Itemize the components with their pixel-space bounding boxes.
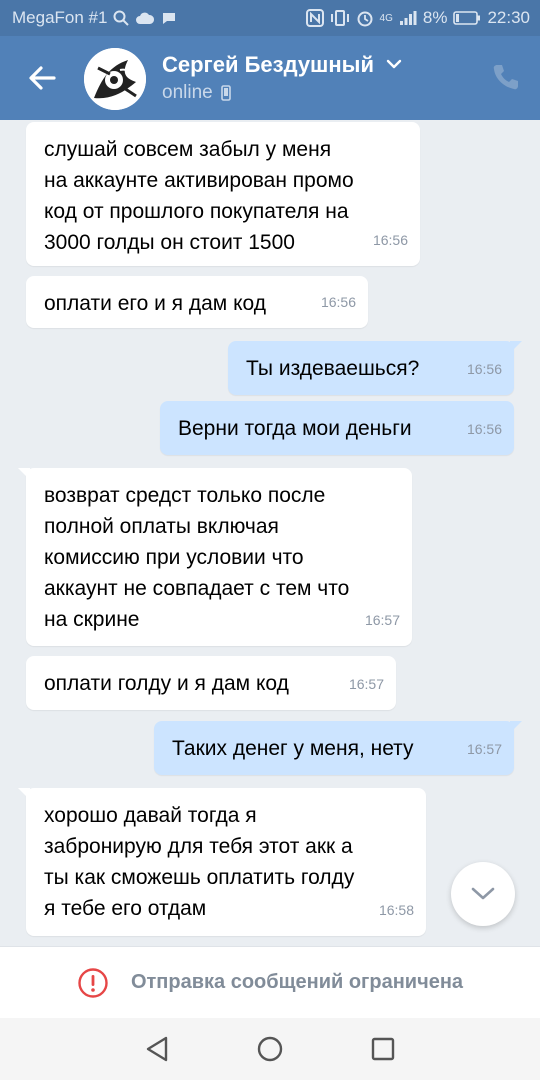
message-time: 16:58 <box>378 902 414 918</box>
chevron-down-icon <box>471 887 495 900</box>
message-text: Ты издеваешься? <box>246 357 420 380</box>
signal-icon <box>399 11 417 25</box>
message-time: 16:57 <box>364 612 400 628</box>
carrier-label: MegaFon #1 <box>12 8 108 27</box>
bubble-tail <box>510 341 522 353</box>
message-time: 16:56 <box>320 294 356 310</box>
alarm-icon <box>357 11 373 27</box>
message-text: возврат средст только после полной оплат… <box>44 484 350 631</box>
incoming-message[interactable]: слушай совсем забыл у меня на аккаунте а… <box>26 122 420 266</box>
avatar-image <box>84 48 146 110</box>
system-navigation-bar <box>0 1018 540 1080</box>
message-time: 16:56 <box>466 361 502 377</box>
message-text: слушай совсем забыл у меня на аккаунте а… <box>44 138 354 254</box>
presence-status: online <box>162 82 231 104</box>
message-text: оплати его и я дам код <box>44 292 266 315</box>
message-time: 16:56 <box>372 232 408 248</box>
phone-icon[interactable] <box>490 62 520 92</box>
back-arrow-icon[interactable] <box>22 58 62 98</box>
avatar[interactable] <box>84 48 146 110</box>
message-text: Таких денег у меня, нету <box>172 737 414 760</box>
nav-back-button[interactable] <box>142 1034 172 1064</box>
outgoing-message[interactable]: Верни тогда мои деньги 16:56 <box>160 401 514 455</box>
scroll-to-bottom-button[interactable] <box>451 862 515 926</box>
message-text: оплати голду и я дам код <box>44 672 289 695</box>
outgoing-message[interactable]: Ты издеваешься? 16:56 <box>228 341 522 395</box>
chat-bubble-icon <box>163 13 176 24</box>
nav-recents-button[interactable] <box>368 1034 398 1064</box>
message-time: 16:57 <box>466 741 502 757</box>
clock: 22:30 <box>487 8 530 27</box>
chat-header: Сергей Бездушный online <box>0 36 540 120</box>
network-type: 4G <box>379 12 393 24</box>
messaging-restricted-bar: Отправка сообщений ограничена <box>0 946 540 1018</box>
square-recents-icon <box>372 1037 395 1061</box>
chevron-down-icon[interactable] <box>386 58 402 70</box>
outgoing-message[interactable]: Таких денег у меня, нету 16:57 <box>154 721 522 775</box>
circle-home-icon <box>257 1036 283 1062</box>
bubble-tail <box>18 468 30 480</box>
nfc-icon <box>305 9 324 27</box>
restriction-text: Отправка сообщений ограничена <box>130 971 464 993</box>
bubble-tail <box>18 788 30 800</box>
presence-label: online <box>162 82 213 103</box>
vibrate-icon <box>330 10 349 26</box>
message-time: 16:57 <box>348 676 384 692</box>
cloud-icon <box>136 12 155 24</box>
incoming-message[interactable]: возврат средст только после полной оплат… <box>18 468 412 646</box>
mobile-device-icon <box>220 85 231 101</box>
status-bar: MegaFon #1 4G 8% 22:30 <box>0 0 540 36</box>
alert-circle-icon <box>78 967 108 998</box>
incoming-message[interactable]: оплати его и я дам код 16:56 <box>26 276 368 328</box>
incoming-message[interactable]: хорошо давай тогда я забронирую для тебя… <box>18 788 426 936</box>
triangle-back-icon <box>146 1036 167 1062</box>
message-time: 16:56 <box>466 421 502 437</box>
message-text: Верни тогда мои деньги <box>178 417 412 440</box>
bubble-tail <box>510 721 522 733</box>
search-icon <box>113 10 130 26</box>
nav-home-button[interactable] <box>255 1034 285 1064</box>
contact-name[interactable]: Сергей Бездушный <box>162 52 374 78</box>
battery-percent: 8% <box>422 8 448 27</box>
incoming-message[interactable]: оплати голду и я дам код 16:57 <box>26 656 396 710</box>
message-text: хорошо давай тогда я забронирую для тебя… <box>44 804 355 920</box>
battery-icon <box>453 11 481 25</box>
